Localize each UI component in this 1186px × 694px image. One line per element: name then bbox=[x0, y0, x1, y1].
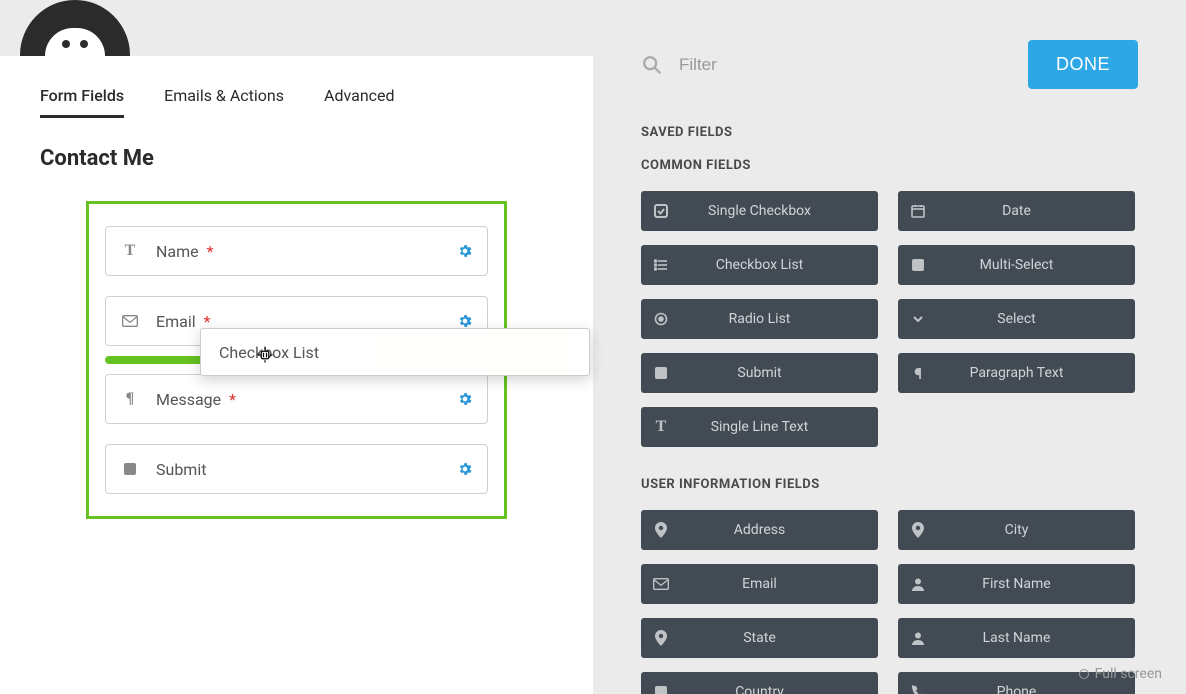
mail-icon bbox=[120, 315, 140, 327]
form-title[interactable]: Contact Me bbox=[40, 146, 553, 171]
field-chip-last-name[interactable]: Last Name bbox=[898, 618, 1135, 658]
fullscreen-label: Full screen bbox=[1095, 666, 1162, 682]
fullscreen-icon bbox=[1079, 669, 1089, 679]
check-icon bbox=[641, 204, 681, 218]
field-label: Submit bbox=[156, 460, 457, 479]
field-chip-single-checkbox[interactable]: Single Checkbox bbox=[641, 191, 878, 231]
section-common-fields: COMMON FIELDS bbox=[641, 158, 1138, 173]
field-chip-radio-list[interactable]: Radio List bbox=[641, 299, 878, 339]
ninja-logo bbox=[20, 0, 130, 56]
section-user-fields: USER INFORMATION FIELDS bbox=[641, 477, 1138, 492]
form-field-name[interactable]: T Name * bbox=[105, 226, 488, 276]
text-icon: T bbox=[641, 418, 681, 436]
chip-label: Address bbox=[681, 522, 878, 538]
gear-icon[interactable] bbox=[457, 243, 473, 259]
chip-label: Submit bbox=[681, 365, 878, 381]
done-button[interactable]: DONE bbox=[1028, 40, 1138, 89]
field-label: Message * bbox=[156, 390, 457, 409]
filter-input[interactable] bbox=[679, 55, 1028, 75]
user-icon bbox=[898, 577, 938, 591]
field-chip-city[interactable]: City bbox=[898, 510, 1135, 550]
field-chip-country[interactable]: Country bbox=[641, 672, 878, 694]
field-chip-select[interactable]: Select bbox=[898, 299, 1135, 339]
para-icon: ¶ bbox=[898, 364, 938, 383]
user-icon bbox=[898, 631, 938, 645]
user-fields-grid: Address City Email First Name State Last Name… bbox=[641, 510, 1138, 694]
chip-label: Multi-Select bbox=[938, 257, 1135, 273]
list-icon bbox=[641, 258, 681, 272]
field-chip-single-line-text[interactable]: TSingle Line Text bbox=[641, 407, 878, 447]
chip-label: City bbox=[938, 522, 1135, 538]
field-chip-paragraph-text[interactable]: ¶Paragraph Text bbox=[898, 353, 1135, 393]
field-chip-date[interactable]: Date bbox=[898, 191, 1135, 231]
gear-icon[interactable] bbox=[457, 313, 473, 329]
common-fields-grid: Single Checkbox Date Checkbox List Multi-Se… bbox=[641, 191, 1138, 447]
field-chip-multi-select[interactable]: Multi-Select bbox=[898, 245, 1135, 285]
sq-icon bbox=[898, 258, 938, 272]
field-chip-address[interactable]: Address bbox=[641, 510, 878, 550]
gear-icon[interactable] bbox=[457, 391, 473, 407]
para-icon: ¶ bbox=[120, 390, 140, 408]
pin-icon bbox=[898, 522, 938, 538]
search-icon bbox=[641, 54, 663, 76]
tab-emails-actions[interactable]: Emails & Actions bbox=[164, 86, 284, 118]
text-icon: T bbox=[120, 242, 140, 260]
field-chip-checkbox-list[interactable]: Checkbox List bbox=[641, 245, 878, 285]
sq2-icon bbox=[641, 366, 681, 380]
pin-icon bbox=[641, 522, 681, 538]
chip-label: Checkbox List bbox=[681, 257, 878, 273]
chip-label: Single Checkbox bbox=[681, 203, 878, 219]
fullscreen-toggle[interactable]: Full screen bbox=[1079, 666, 1162, 682]
gear-icon[interactable] bbox=[457, 461, 473, 477]
form-field-message[interactable]: ¶ Message * bbox=[105, 374, 488, 424]
chip-label: Last Name bbox=[938, 630, 1135, 646]
mail-icon bbox=[641, 578, 681, 590]
cursor-icon bbox=[256, 346, 274, 364]
editor-tabs: Form Fields Emails & Actions Advanced bbox=[40, 86, 553, 118]
form-field-submit[interactable]: Submit bbox=[105, 444, 488, 494]
chip-label: Email bbox=[681, 576, 878, 592]
field-palette-panel: DONE SAVED FIELDS COMMON FIELDS Single C… bbox=[593, 0, 1186, 694]
chip-label: Country bbox=[681, 684, 878, 694]
phone-icon bbox=[898, 685, 938, 694]
field-chip-email[interactable]: Email bbox=[641, 564, 878, 604]
chip-label: Select bbox=[938, 311, 1135, 327]
chip-label: Phone bbox=[938, 684, 1135, 694]
chip-label: Single Line Text bbox=[681, 419, 878, 435]
square-icon bbox=[120, 462, 140, 476]
chev-icon bbox=[898, 312, 938, 326]
tab-advanced[interactable]: Advanced bbox=[324, 86, 395, 118]
chip-label: State bbox=[681, 630, 878, 646]
chip-label: Date bbox=[938, 203, 1135, 219]
radio-icon bbox=[641, 312, 681, 326]
chip-label: Paragraph Text bbox=[938, 365, 1135, 381]
tab-form-fields[interactable]: Form Fields bbox=[40, 86, 124, 118]
section-saved-fields: SAVED FIELDS bbox=[641, 125, 1138, 140]
pin-icon bbox=[641, 630, 681, 646]
field-chip-submit[interactable]: Submit bbox=[641, 353, 878, 393]
field-label: Name * bbox=[156, 242, 457, 261]
chip-label: First Name bbox=[938, 576, 1135, 592]
chip-label: Radio List bbox=[681, 311, 878, 327]
cal-icon bbox=[898, 204, 938, 218]
field-chip-state[interactable]: State bbox=[641, 618, 878, 658]
sq-icon bbox=[641, 685, 681, 694]
field-chip-first-name[interactable]: First Name bbox=[898, 564, 1135, 604]
